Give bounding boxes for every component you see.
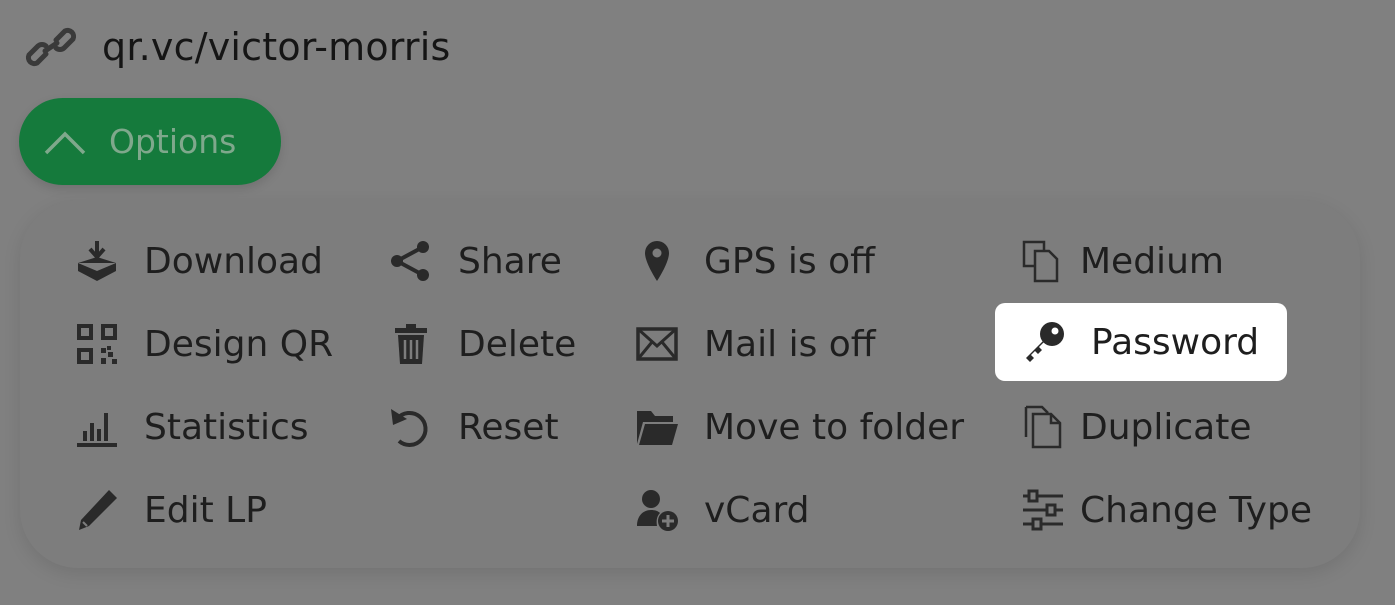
share-label: Share	[458, 240, 562, 282]
move-to-folder-label: Move to folder	[704, 406, 965, 448]
vcard-label: vCard	[704, 489, 810, 531]
design-qr-option[interactable]: Design QR	[74, 308, 333, 380]
key-icon	[1021, 319, 1067, 365]
short-link[interactable]: qr.vc/victor-morris	[24, 22, 451, 72]
move-to-folder-option[interactable]: Move to folder	[634, 391, 964, 463]
gps-option[interactable]: GPS is off	[634, 225, 875, 297]
copy-icon	[1020, 404, 1066, 450]
link-icon	[25, 27, 77, 67]
password-option[interactable]: Password	[995, 303, 1288, 381]
download-icon	[74, 238, 120, 284]
share-option[interactable]: Share	[388, 225, 562, 297]
reset-option[interactable]: Reset	[388, 391, 559, 463]
mail-label: Mail is off	[704, 323, 876, 365]
sliders-icon	[1020, 487, 1066, 533]
delete-option[interactable]: Delete	[388, 308, 576, 380]
duplicate-label: Duplicate	[1080, 406, 1252, 448]
chevron-up-icon	[44, 131, 86, 154]
change-type-option[interactable]: Change Type	[1020, 474, 1312, 546]
size-label: Medium	[1080, 240, 1224, 282]
gps-label: GPS is off	[704, 240, 875, 282]
folder-icon	[634, 404, 680, 450]
design-qr-label: Design QR	[144, 323, 334, 365]
password-label: Password	[1091, 321, 1260, 363]
trash-icon	[388, 321, 434, 367]
change-type-label: Change Type	[1080, 489, 1312, 531]
statistics-option[interactable]: Statistics	[74, 391, 309, 463]
mail-option[interactable]: Mail is off	[634, 308, 876, 380]
duplicate-option[interactable]: Duplicate	[1020, 391, 1252, 463]
size-option[interactable]: Medium	[1020, 225, 1224, 297]
map-pin-icon	[634, 238, 680, 284]
short-link-text[interactable]: qr.vc/victor-morris	[102, 25, 451, 69]
envelope-icon	[634, 321, 680, 367]
bar-chart-icon	[74, 404, 120, 450]
pencil-icon	[74, 487, 120, 533]
download-label: Download	[144, 240, 323, 282]
resize-icon	[1020, 238, 1066, 284]
vcard-option[interactable]: vCard	[634, 474, 810, 546]
download-option[interactable]: Download	[74, 225, 323, 297]
undo-icon	[388, 404, 434, 450]
options-label: Options	[109, 122, 237, 161]
delete-label: Delete	[458, 323, 577, 365]
statistics-label: Statistics	[144, 406, 309, 448]
edit-lp-label: Edit LP	[144, 489, 267, 531]
edit-lp-option[interactable]: Edit LP	[74, 474, 267, 546]
options-toggle-button[interactable]: Options	[19, 98, 281, 185]
qr-code-icon	[74, 321, 120, 367]
reset-label: Reset	[458, 406, 559, 448]
options-panel: Download Share GPS is off Medium Design …	[20, 200, 1360, 568]
add-user-icon	[634, 487, 680, 533]
share-icon	[388, 238, 434, 284]
